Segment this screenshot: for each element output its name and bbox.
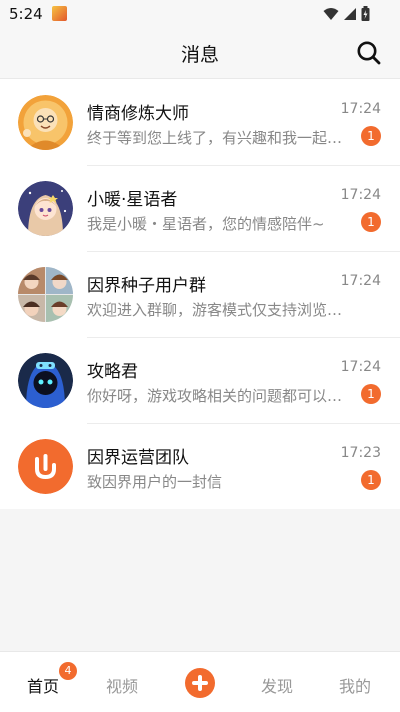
conversation-time: 17:23	[340, 445, 381, 461]
conversation-time: 17:24	[340, 187, 381, 203]
conversation-preview: 我是小暖・星语者，您的情感陪伴~	[87, 215, 325, 233]
brand-logo-avatar	[18, 439, 73, 494]
conversation-time: 17:24	[340, 101, 381, 117]
unread-badge: 1	[361, 212, 381, 232]
battery-icon	[361, 6, 370, 21]
hooded-avatar	[18, 353, 73, 408]
monk-avatar	[18, 95, 73, 150]
conversation-name: 攻略君	[87, 362, 138, 382]
app-notification-icon	[52, 6, 67, 21]
conversation-name: 因界运营团队	[87, 448, 189, 468]
girl-avatar	[18, 181, 73, 236]
create-plus-icon[interactable]	[185, 668, 215, 698]
conversation-preview: 终于等到您上线了，有兴趣和我一起…	[87, 129, 343, 147]
conversation-time: 17:24	[340, 359, 381, 375]
conversation-list: 情商修炼大师 终于等到您上线了，有兴趣和我一起… 17:24 1 小暖·星语者 …	[0, 79, 400, 509]
group-avatar	[18, 267, 73, 322]
tab-discover[interactable]: 发现	[261, 673, 293, 697]
signal-icon	[344, 7, 356, 20]
conversation-preview: 你好呀，游戏攻略相关的问题都可以…	[87, 387, 343, 405]
unread-badge: 1	[361, 384, 381, 404]
conversation-name: 小暖·星语者	[87, 190, 178, 210]
conversation-item[interactable]: 小暖·星语者 我是小暖・星语者，您的情感陪伴~ 17:24 1	[0, 165, 400, 251]
unread-badge: 1	[361, 126, 381, 146]
tab-video[interactable]: 视频	[106, 673, 138, 697]
tab-mine[interactable]: 我的	[339, 673, 371, 697]
wifi-icon	[323, 7, 339, 20]
status-icons	[323, 6, 370, 21]
top-bar: 消息	[0, 28, 400, 79]
conversation-item[interactable]: 情商修炼大师 终于等到您上线了，有兴趣和我一起… 17:24 1	[0, 79, 400, 165]
tab-home[interactable]: 首页	[27, 673, 59, 697]
status-time: 5:24	[9, 5, 43, 23]
conversation-item[interactable]: 因界种子用户群 欢迎进入群聊，游客模式仅支持浏览消息 17:24	[0, 251, 400, 337]
conversation-item[interactable]: 攻略君 你好呀，游戏攻略相关的问题都可以… 17:24 1	[0, 337, 400, 423]
bottom-nav: 首页 4 视频 发现 我的	[0, 651, 400, 712]
conversation-item[interactable]: 因界运营团队 致因界用户的一封信 17:23 1	[0, 423, 400, 509]
unread-badge: 1	[361, 470, 381, 490]
conversation-name: 情商修炼大师	[87, 104, 189, 124]
conversation-name: 因界种子用户群	[87, 276, 206, 296]
search-icon	[357, 41, 381, 65]
home-unread-badge: 4	[59, 662, 77, 680]
conversation-time: 17:24	[340, 273, 381, 289]
search-button[interactable]	[355, 39, 383, 67]
page-title: 消息	[180, 44, 219, 66]
conversation-preview: 欢迎进入群聊，游客模式仅支持浏览消息	[87, 301, 349, 319]
status-bar: 5:24	[0, 0, 400, 28]
conversation-preview: 致因界用户的一封信	[87, 473, 223, 491]
